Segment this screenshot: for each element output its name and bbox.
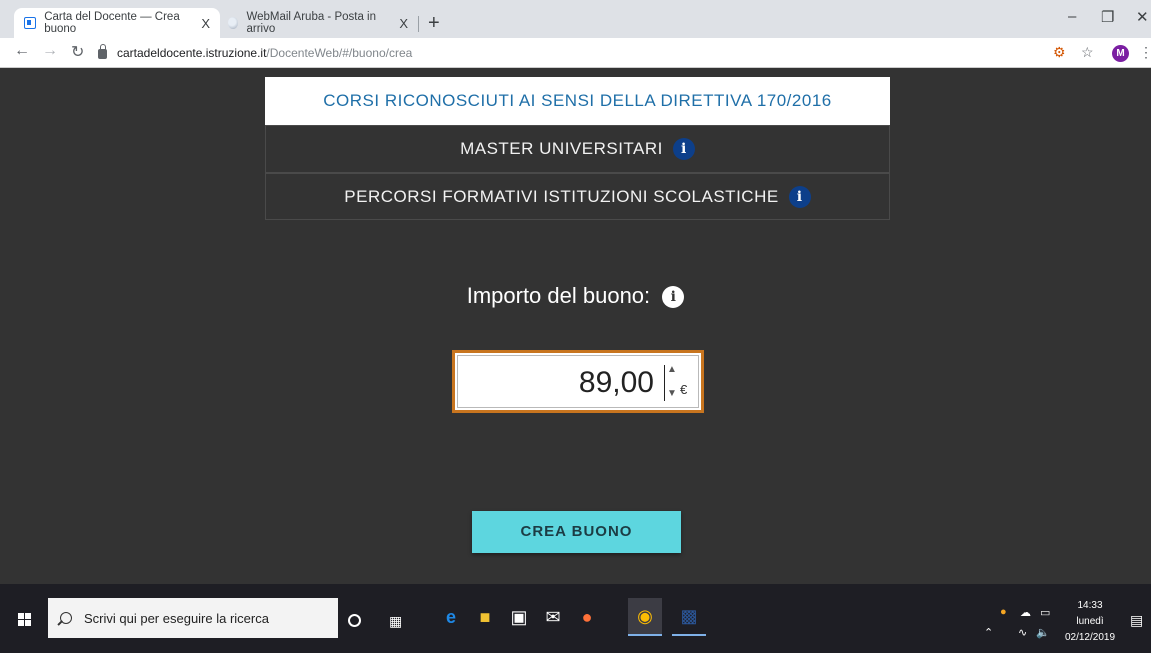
windows-start-icon[interactable] (18, 613, 32, 627)
volume-icon[interactable]: 🔈 (1036, 626, 1050, 639)
search-icon (60, 612, 72, 624)
tray-app-icon[interactable]: ● (1000, 606, 1007, 618)
amount-value: 89,00 (578, 366, 654, 399)
info-icon[interactable]: i (672, 138, 695, 160)
text-caret (664, 365, 665, 401)
clock-time: 14:33 (1077, 600, 1103, 611)
onedrive-icon[interactable]: ☁ (1020, 606, 1031, 619)
amount-label: Importo del buono: (466, 283, 651, 308)
page-content: CORSI RICONOSCIUTI AI SENSI DELLA DIRETT… (0, 69, 1151, 584)
windows-taskbar: Scrivi qui per eseguire la ricerca ▦ e ■… (0, 584, 1151, 653)
url-path: /DocenteWeb/#/buono/crea (266, 46, 413, 60)
url-host: cartadeldocente.istruzione.it (117, 46, 267, 60)
option-label: CORSI RICONOSCIUTI AI SENSI DELLA DIRETT… (323, 91, 832, 110)
word-icon[interactable]: ▩ (672, 598, 706, 636)
store-icon[interactable]: ▣ (502, 598, 536, 636)
clock-day: lunedì (1076, 616, 1104, 627)
browser-toolbar: ← → ↻ cartadeldocente.istruzione.it/Doce… (0, 38, 1151, 68)
taskbar-clock[interactable]: 14:33 lunedì 02/12/2019 (1060, 598, 1120, 646)
forward-arrow-icon[interactable]: → (42, 42, 58, 60)
cortana-icon[interactable] (348, 614, 361, 627)
amount-input[interactable]: 89,00 ▲ ▼ € (452, 350, 704, 413)
close-window-icon[interactable]: ✕ (1136, 8, 1149, 26)
option-corsi-riconosciuti[interactable]: CORSI RICONOSCIUTI AI SENSI DELLA DIRETT… (265, 77, 890, 125)
tab-webmail-aruba[interactable]: WebMail Aruba - Posta in arrivo X (218, 8, 418, 38)
task-view-icon[interactable]: ▦ (389, 613, 402, 630)
chrome-icon[interactable]: ◉ (628, 598, 662, 636)
chevron-up-icon[interactable]: ⌃ (984, 626, 993, 639)
browser-tab-strip: Carta del Docente — Crea buono X WebMail… (0, 0, 1151, 38)
bookmark-star-icon[interactable]: ☆ (1081, 44, 1094, 61)
tab-close-icon[interactable]: X (201, 16, 210, 31)
tab-close-icon[interactable]: X (399, 16, 408, 31)
address-bar[interactable]: cartadeldocente.istruzione.it/DocenteWeb… (98, 42, 1038, 64)
mail-favicon-icon (228, 17, 239, 29)
tab-title: WebMail Aruba - Posta in arrivo (246, 11, 377, 35)
extension-icon[interactable]: ⚙ (1053, 44, 1066, 61)
option-label: PERCORSI FORMATIVI ISTITUZIONI SCOLASTIC… (344, 186, 779, 206)
info-icon[interactable]: i (788, 185, 811, 208)
file-explorer-icon[interactable]: ■ (468, 598, 502, 636)
edge-browser-icon[interactable]: e (434, 598, 468, 636)
taskbar-search-input[interactable]: Scrivi qui per eseguire la ricerca (48, 598, 338, 638)
site-favicon-icon (24, 17, 37, 29)
wifi-icon[interactable]: ∿ (1018, 626, 1027, 639)
currency-symbol: € (680, 382, 688, 397)
restore-icon[interactable]: ❐ (1101, 8, 1114, 26)
amount-input-field[interactable]: 89,00 ▲ ▼ € (457, 355, 699, 408)
amount-heading: Importo del buono: i (0, 283, 1151, 309)
new-tab-button[interactable]: + (428, 12, 440, 35)
reload-icon[interactable]: ↻ (71, 42, 84, 62)
option-label: MASTER UNIVERSITARI (460, 139, 663, 158)
firefox-icon[interactable]: ● (570, 598, 604, 636)
lock-icon (98, 44, 107, 59)
spin-down-icon[interactable]: ▼ (667, 389, 677, 399)
mail-icon[interactable]: ✉ (536, 598, 570, 636)
menu-dots-icon[interactable]: ⋮ (1139, 44, 1151, 61)
profile-avatar[interactable]: M (1112, 45, 1129, 62)
info-icon[interactable]: i (662, 286, 685, 308)
clock-date: 02/12/2019 (1064, 632, 1116, 643)
search-placeholder: Scrivi qui per eseguire la ricerca (84, 610, 269, 626)
tab-title: Carta del Docente — Crea buono (44, 11, 180, 35)
back-arrow-icon[interactable]: ← (14, 42, 30, 60)
spin-up-icon[interactable]: ▲ (667, 365, 677, 375)
tab-separator (418, 16, 419, 32)
tab-carta-del-docente[interactable]: Carta del Docente — Crea buono X (14, 8, 220, 38)
crea-buono-button[interactable]: CREA BUONO (472, 511, 681, 553)
minimize-icon[interactable]: – (1068, 8, 1076, 25)
notification-icon[interactable]: ▤ (1130, 612, 1143, 629)
option-master-universitari[interactable]: MASTER UNIVERSITARI i (265, 125, 890, 173)
option-percorsi-formativi[interactable]: PERCORSI FORMATIVI ISTITUZIONI SCOLASTIC… (265, 173, 890, 220)
battery-icon[interactable]: ▭ (1040, 606, 1050, 619)
